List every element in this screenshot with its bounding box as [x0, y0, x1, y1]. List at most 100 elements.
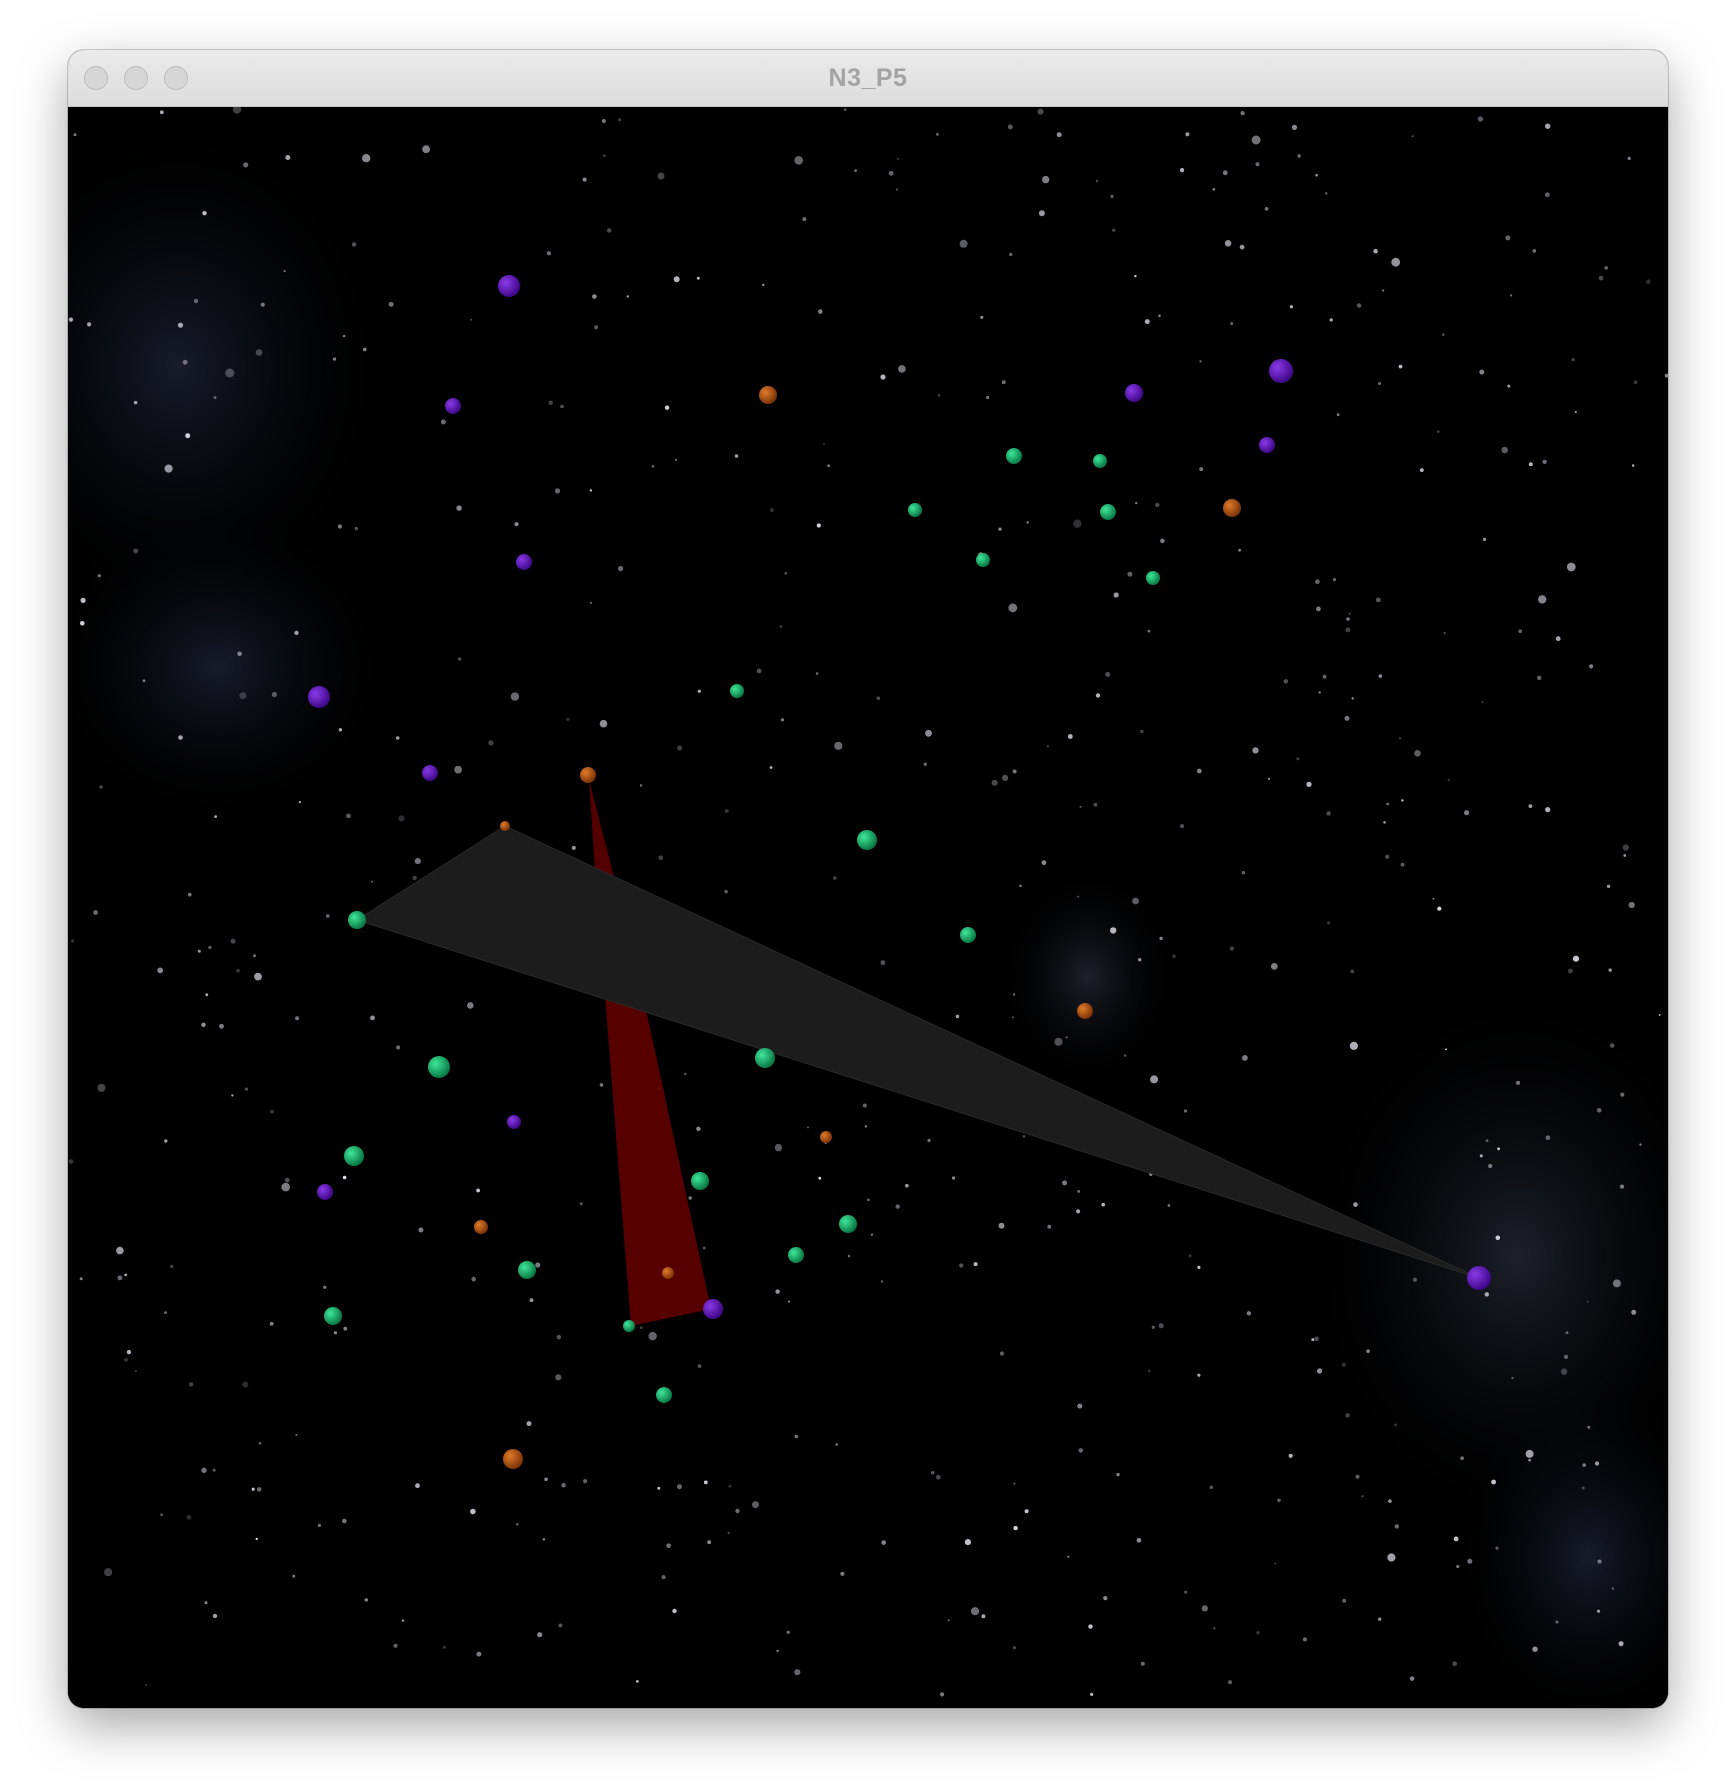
star	[1327, 921, 1331, 925]
star	[364, 1598, 368, 1602]
star	[769, 766, 773, 769]
star	[1110, 194, 1114, 198]
star	[1545, 807, 1551, 813]
star	[1497, 1147, 1500, 1151]
star	[898, 365, 906, 373]
green-sphere	[691, 1172, 709, 1190]
star	[1241, 871, 1246, 875]
star	[1148, 1369, 1151, 1373]
star	[684, 1072, 687, 1076]
star	[1213, 1627, 1216, 1630]
star	[1385, 854, 1390, 859]
star	[232, 107, 242, 114]
star	[1002, 774, 1009, 782]
star	[1158, 1323, 1164, 1329]
star	[1322, 674, 1327, 679]
star	[1138, 958, 1142, 962]
star	[1255, 162, 1260, 167]
title-bar[interactable]: N3_P5	[68, 50, 1668, 107]
star	[1574, 410, 1577, 413]
star	[762, 283, 765, 287]
star	[832, 876, 837, 880]
star	[776, 1649, 779, 1653]
star	[467, 1002, 474, 1009]
star	[231, 1094, 234, 1097]
star	[225, 368, 235, 378]
star	[1378, 1617, 1382, 1621]
purple-sphere	[703, 1299, 723, 1319]
star	[193, 298, 199, 304]
star	[1315, 173, 1318, 177]
star	[510, 692, 520, 701]
green-sphere	[839, 1215, 857, 1233]
star	[1073, 519, 1082, 528]
green-sphere	[730, 684, 744, 698]
star	[802, 217, 807, 222]
star	[1147, 629, 1151, 633]
star	[1383, 821, 1386, 824]
star	[1151, 1325, 1155, 1329]
star	[1479, 1154, 1483, 1158]
star	[618, 118, 622, 122]
star	[396, 1045, 401, 1050]
star	[93, 910, 98, 915]
star	[626, 295, 629, 298]
star	[338, 728, 343, 732]
star	[1224, 240, 1232, 247]
star	[342, 1175, 347, 1180]
window-title: N3_P5	[828, 64, 908, 92]
star	[1246, 1311, 1252, 1316]
star	[197, 949, 201, 953]
star	[1620, 1092, 1625, 1097]
3d-viewport[interactable]	[68, 107, 1668, 1708]
star	[1355, 1474, 1360, 1479]
star	[470, 1508, 476, 1515]
star	[964, 1539, 972, 1546]
star	[1302, 1637, 1307, 1642]
star	[618, 565, 624, 572]
star	[815, 672, 819, 675]
purple-sphere	[1259, 437, 1275, 453]
star	[1076, 1209, 1081, 1214]
star	[1105, 672, 1111, 677]
star	[1188, 1254, 1192, 1258]
star	[1382, 289, 1385, 292]
star	[1394, 1423, 1397, 1427]
green-sphere	[348, 911, 366, 929]
star	[208, 945, 212, 950]
star	[442, 1645, 446, 1649]
green-sphere	[1100, 504, 1116, 520]
star	[1155, 502, 1160, 508]
star	[896, 157, 900, 160]
star	[1545, 123, 1551, 129]
star	[1062, 1180, 1068, 1186]
purple-sphere	[422, 765, 438, 781]
star	[657, 172, 665, 180]
orange-sphere	[759, 386, 777, 404]
star	[677, 745, 683, 751]
star	[1038, 210, 1045, 217]
star	[727, 1531, 730, 1534]
star	[269, 1321, 274, 1326]
star	[636, 1680, 639, 1683]
star	[414, 858, 421, 865]
star	[1604, 266, 1608, 270]
star	[1095, 693, 1101, 698]
star	[1353, 1202, 1358, 1207]
star	[537, 1632, 543, 1638]
scene-canvas[interactable]	[68, 107, 1668, 1708]
star	[583, 1479, 588, 1484]
star	[471, 1276, 477, 1282]
star	[1414, 750, 1421, 757]
star	[707, 1540, 712, 1545]
star	[1079, 805, 1082, 808]
star	[1348, 612, 1351, 615]
star	[1013, 993, 1016, 996]
star	[204, 1601, 208, 1605]
star	[546, 251, 551, 256]
star	[981, 1614, 986, 1619]
star	[970, 1607, 980, 1616]
star	[735, 1508, 740, 1514]
star	[68, 1159, 74, 1164]
star	[862, 1103, 867, 1108]
